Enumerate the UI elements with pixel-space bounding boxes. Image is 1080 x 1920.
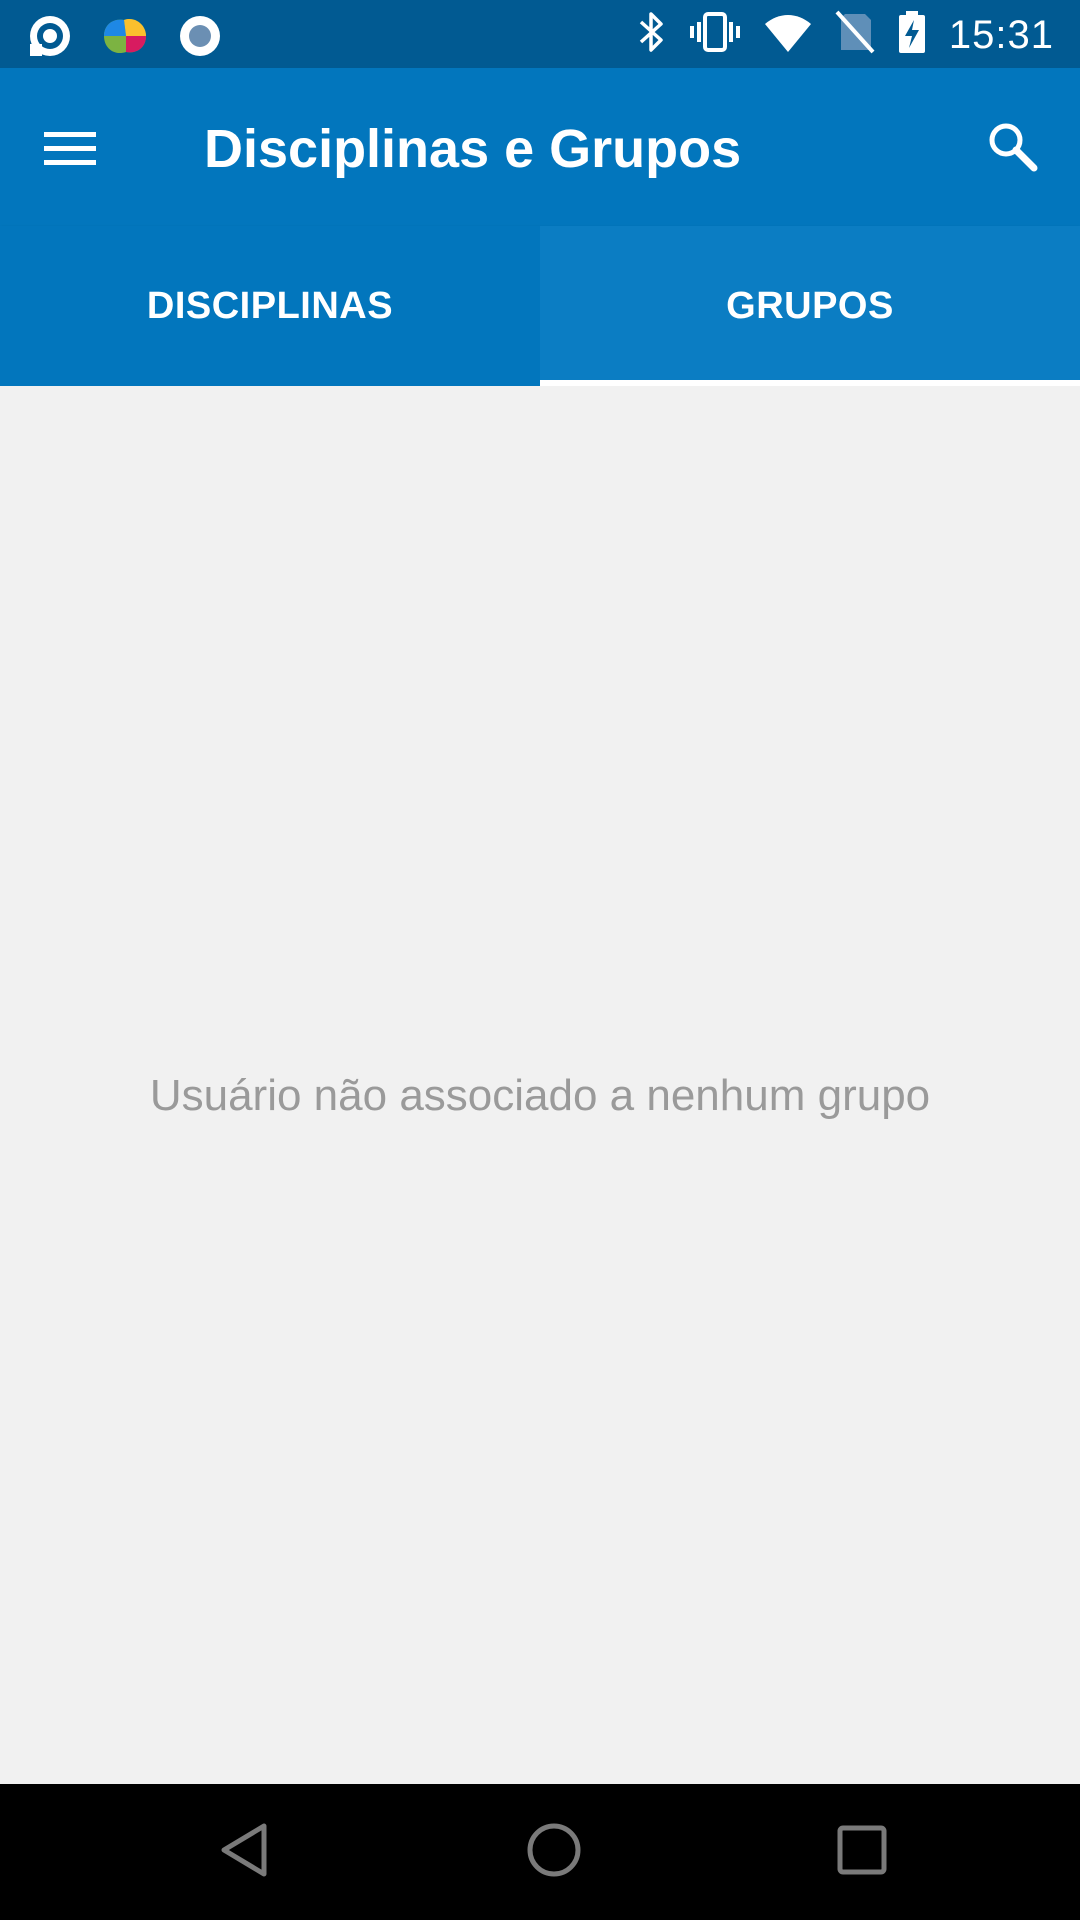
empty-state-message: Usuário não associado a nenhum grupo <box>149 1071 931 1120</box>
groups-content: Usuário não associado a nenhum grupo <box>0 386 1080 1784</box>
tab-disciplinas[interactable]: DISCIPLINAS <box>0 226 540 386</box>
app-bar: Disciplinas e Grupos <box>0 68 1080 226</box>
recents-icon <box>834 1822 890 1883</box>
record-circle-icon <box>178 14 222 63</box>
recents-button[interactable] <box>822 1812 902 1892</box>
no-sim-icon <box>835 10 875 59</box>
tab-bar: DISCIPLINAS GRUPOS <box>0 226 1080 386</box>
status-bar-notifications <box>28 14 222 63</box>
status-bar-system-icons: 15:31 <box>637 10 1054 59</box>
home-icon <box>524 1820 584 1885</box>
battery-charging-icon <box>897 10 927 59</box>
vibrate-icon <box>689 10 741 59</box>
navigation-bar <box>0 1784 1080 1920</box>
status-bar: 15:31 <box>0 0 1080 68</box>
menu-button[interactable] <box>30 110 110 190</box>
screen: 15:31 Disciplinas e Grupos DISCIPLINAS G… <box>0 0 1080 1920</box>
notification-app-icon <box>28 14 72 63</box>
search-button[interactable] <box>972 108 1052 188</box>
page-title: Disciplinas e Grupos <box>204 119 742 179</box>
home-button[interactable] <box>514 1812 594 1892</box>
search-icon <box>986 120 1038 177</box>
tab-grupos[interactable]: GRUPOS <box>540 226 1080 386</box>
back-button[interactable] <box>204 1812 284 1892</box>
puzzle-brain-app-icon <box>100 14 150 63</box>
back-icon <box>216 1820 272 1885</box>
bluetooth-icon <box>637 10 667 59</box>
tab-label: DISCIPLINAS <box>146 284 394 327</box>
status-time: 15:31 <box>948 12 1054 57</box>
hamburger-menu-icon <box>42 128 98 173</box>
wifi-icon <box>763 10 813 59</box>
tab-label: GRUPOS <box>726 284 894 327</box>
